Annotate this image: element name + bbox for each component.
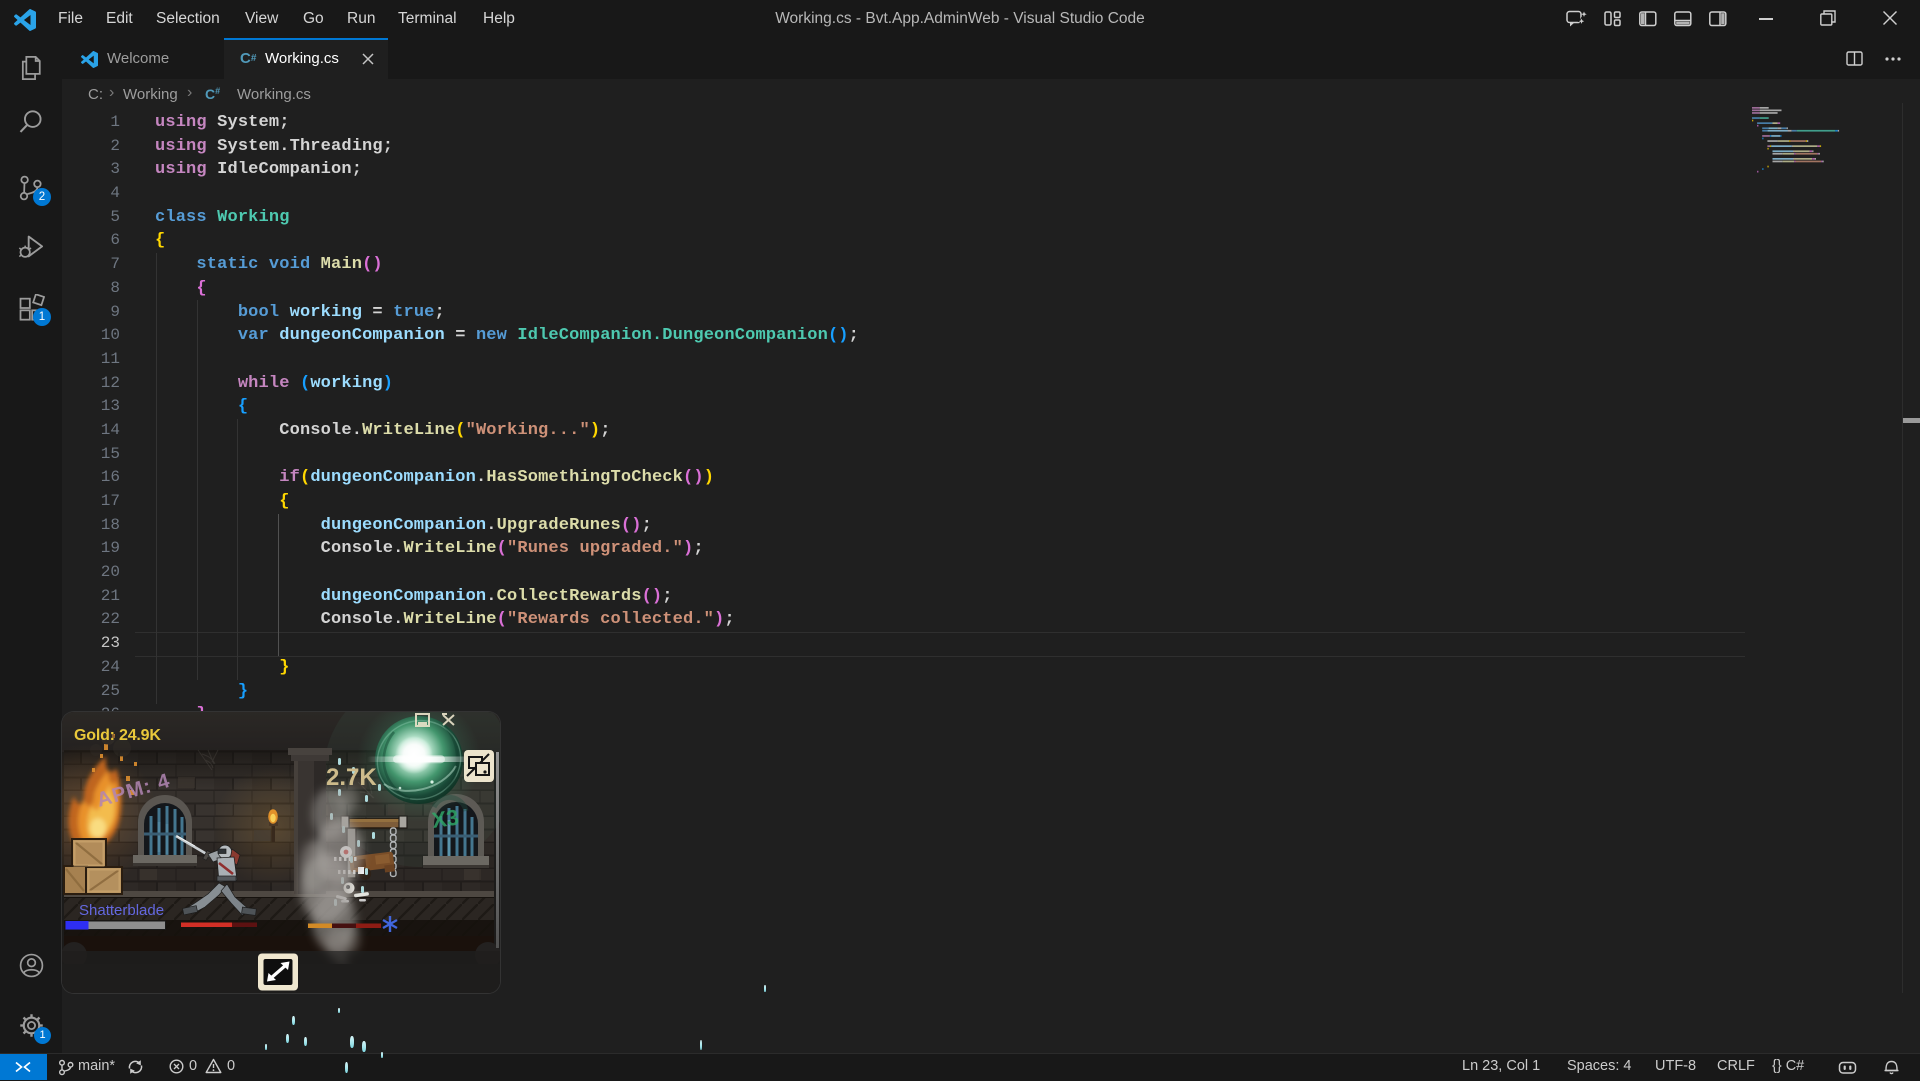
svg-text:Shatterblade: Shatterblade [79,902,164,919]
svg-text:2.7K: 2.7K [326,764,377,791]
svg-text:Gold: 24.9K: Gold: 24.9K [74,727,161,744]
